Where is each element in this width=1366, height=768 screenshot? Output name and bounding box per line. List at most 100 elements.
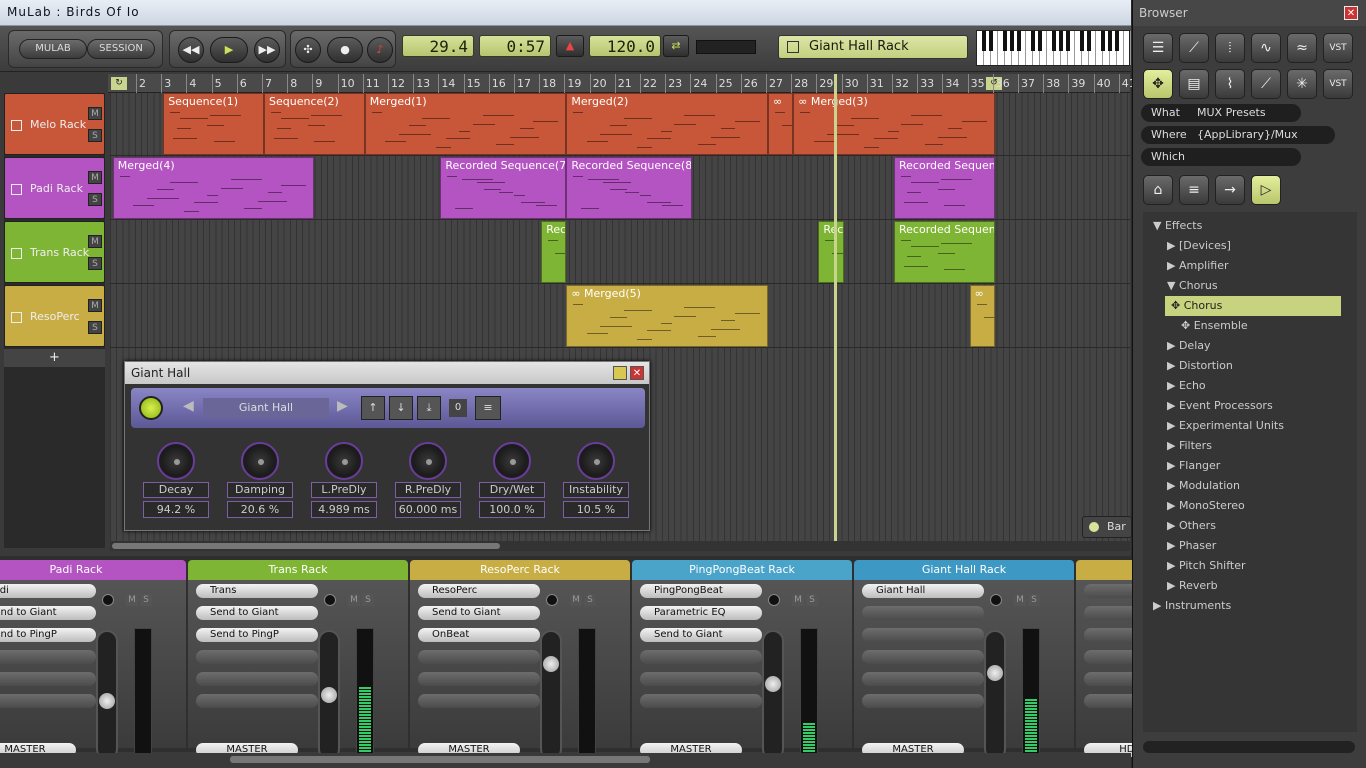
preset-down-icon[interactable]: ↓ (389, 396, 413, 420)
param-value[interactable]: 10.5 % (563, 501, 629, 518)
pan-knob[interactable] (546, 594, 558, 606)
black-key[interactable] (1087, 31, 1091, 51)
black-key[interactable] (1080, 31, 1084, 51)
close-icon[interactable]: ✕ (1344, 6, 1358, 20)
clip[interactable]: Sequence(1) (163, 93, 264, 155)
black-key[interactable] (1066, 31, 1070, 51)
black-key[interactable] (1052, 31, 1056, 51)
empty-slot[interactable] (196, 650, 318, 664)
record-button[interactable]: ● (327, 37, 363, 63)
empty-slot[interactable] (418, 650, 540, 664)
fader-handle[interactable] (321, 687, 337, 703)
position-time-display[interactable]: 0:57 (479, 35, 551, 57)
empty-slot[interactable] (640, 672, 762, 686)
volume-fader[interactable] (984, 630, 1006, 760)
clip[interactable]: Merged(4) (112, 157, 315, 219)
strip-header[interactable]: Trans Rack (188, 560, 408, 580)
sync-icon[interactable]: ⇄ (663, 35, 689, 57)
tree-item[interactable]: ▼ Effects (1143, 216, 1357, 236)
position-bars-display[interactable]: 29.4 (402, 35, 474, 57)
param-knob[interactable] (577, 442, 615, 480)
black-key[interactable] (1115, 31, 1119, 51)
param-knob[interactable] (493, 442, 531, 480)
empty-slot[interactable] (418, 694, 540, 708)
tree-item[interactable]: ▶ Filters (1143, 436, 1357, 456)
mini-keyboard[interactable] (976, 30, 1131, 66)
rewind-button[interactable]: ◀◀ (178, 37, 204, 63)
track-header[interactable]: Melo Rack M S (4, 93, 105, 155)
next-preset-icon[interactable]: ▶ (337, 398, 348, 414)
tree-item[interactable]: ▼ Chorus (1143, 276, 1357, 296)
clip[interactable]: ∞ Merged(3) (793, 93, 995, 155)
pan-knob[interactable] (990, 594, 1002, 606)
power-button[interactable] (139, 396, 163, 420)
track-lane[interactable]: Rec Rec Recorded Sequence (110, 221, 1130, 284)
insert-slot[interactable]: Send to Giant (0, 606, 96, 620)
prev-preset-icon[interactable]: ◀ (183, 398, 194, 414)
tree-item[interactable]: ✥ Ensemble (1143, 316, 1357, 336)
tree-item[interactable]: ▶ MonoStereo (1143, 496, 1357, 516)
black-key[interactable] (1038, 31, 1042, 51)
which-field[interactable]: Which (1141, 148, 1301, 166)
playhead[interactable] (834, 74, 837, 542)
tree-item[interactable]: ▶ Modulation (1143, 476, 1357, 496)
solo-button[interactable]: S (88, 193, 102, 206)
black-key[interactable] (1108, 31, 1112, 51)
insert-slot[interactable]: Send to PingP (0, 628, 96, 642)
mute-button[interactable]: M (88, 299, 102, 312)
empty-slot[interactable] (862, 606, 984, 620)
what-field[interactable]: What MUX Presets (1141, 104, 1301, 122)
clip[interactable]: Rec (541, 221, 567, 283)
forward-button[interactable]: ▶▶ (254, 37, 280, 63)
strip-header[interactable]: PingPongBeat Rack (632, 560, 852, 580)
clip[interactable]: Rec (818, 221, 844, 283)
tree-item[interactable]: ▶ Distortion (1143, 356, 1357, 376)
mute-button[interactable]: M (88, 107, 102, 120)
insert-slot[interactable]: Send to Giant (640, 628, 762, 642)
mixer-scrollbar[interactable] (0, 753, 1131, 768)
tree-item[interactable]: ▶ Phaser (1143, 536, 1357, 556)
black-key[interactable] (1017, 31, 1021, 51)
tempo-display[interactable]: 120.0 (589, 35, 661, 57)
clip[interactable]: ∞ Merged(5) (566, 285, 768, 347)
rack-preset-icon[interactable]: ▤ (1179, 69, 1209, 99)
insert-slot[interactable]: Giant Hall (862, 584, 984, 598)
preset-save-icon[interactable]: ⤓ (417, 396, 441, 420)
clip[interactable]: Recorded Sequence(8) (566, 157, 693, 219)
plugin-title-bar[interactable]: Giant Hall ✕ (125, 362, 649, 384)
metronome-icon[interactable]: ♪ (367, 37, 393, 63)
audio-icon[interactable]: ≈ (1287, 33, 1317, 63)
pan-knob[interactable] (102, 594, 114, 606)
mute-button[interactable]: M (792, 594, 804, 606)
param-value[interactable]: 20.6 % (227, 501, 293, 518)
empty-slot[interactable] (418, 672, 540, 686)
solo-button[interactable]: S (362, 594, 374, 606)
fader-handle[interactable] (543, 656, 559, 672)
insert-slot[interactable]: Parametric EQ (640, 606, 762, 620)
session-button[interactable]: SESSION (87, 39, 155, 59)
track-header[interactable]: Trans Rack M S (4, 221, 105, 283)
mute-button[interactable]: M (570, 594, 582, 606)
insert-slot[interactable]: ResoPerc (418, 584, 540, 598)
black-key[interactable] (1101, 31, 1105, 51)
empty-slot[interactable] (640, 694, 762, 708)
black-key[interactable] (982, 31, 986, 51)
folder-icon[interactable]: ⌂ (1143, 175, 1173, 205)
black-key[interactable] (1059, 31, 1063, 51)
volume-fader[interactable] (762, 630, 784, 760)
play-button[interactable]: ▶ (210, 37, 248, 63)
waveform-icon[interactable]: ∿ (1251, 33, 1281, 63)
add-track-button[interactable]: + (4, 349, 105, 367)
tree-item[interactable]: ▶ Instruments (1143, 596, 1357, 616)
clip[interactable]: Merged(1) (364, 93, 567, 155)
list-icon[interactable]: ≡ (1179, 175, 1209, 205)
star-icon[interactable]: ✳ (1287, 69, 1317, 99)
plugin-menu-icon[interactable]: ≡ (475, 396, 501, 420)
solo-button[interactable]: S (1028, 594, 1040, 606)
tree-item[interactable]: ▶ [Devices] (1143, 236, 1357, 256)
empty-slot[interactable] (862, 628, 984, 642)
close-icon[interactable]: ✕ (630, 366, 644, 380)
track-lane[interactable]: ∞ Merged(5) ∞ (110, 285, 1130, 348)
vst-instrument-icon[interactable]: VST (1323, 69, 1353, 99)
tree-item[interactable]: ✥ Chorus (1165, 296, 1341, 316)
